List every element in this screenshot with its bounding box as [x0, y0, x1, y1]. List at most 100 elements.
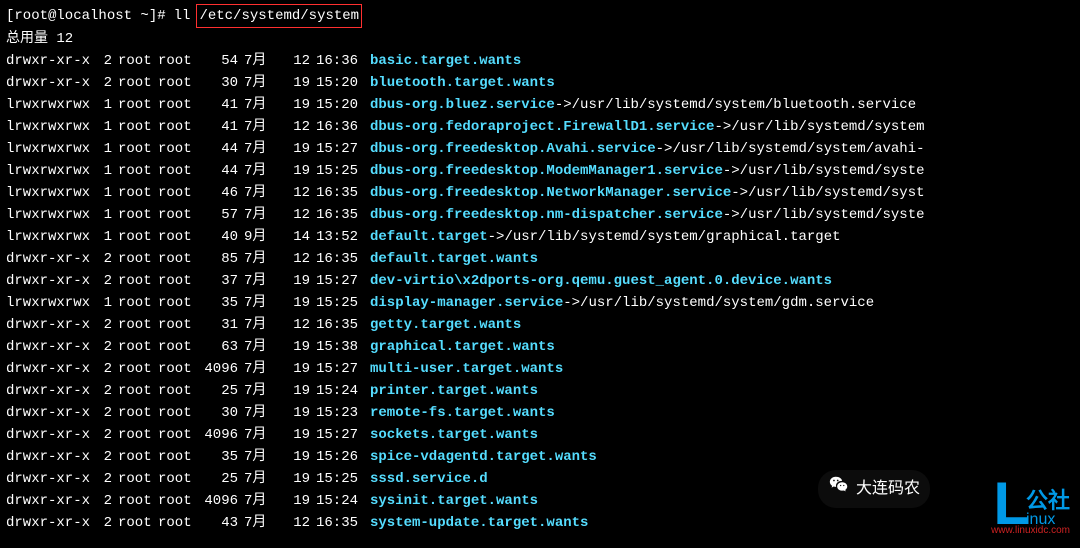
file-perms: drwxr-xr-x: [6, 512, 98, 534]
symlink-arrow: ->: [555, 94, 572, 116]
file-name[interactable]: system-update.target.wants: [370, 512, 588, 534]
month: 7月: [244, 314, 280, 336]
link-count: 1: [98, 138, 112, 160]
listing-row: lrwxrwxrwx1rootroot577月1216:35dbus-org.f…: [6, 204, 1074, 226]
file-size: 30: [198, 402, 238, 424]
day: 19: [280, 270, 310, 292]
month: 7月: [244, 72, 280, 94]
file-name[interactable]: dbus-org.freedesktop.Avahi.service: [370, 138, 656, 160]
link-count: 1: [98, 116, 112, 138]
file-name[interactable]: graphical.target.wants: [370, 336, 555, 358]
month: 7月: [244, 270, 280, 292]
file-name[interactable]: display-manager.service: [370, 292, 563, 314]
file-name[interactable]: basic.target.wants: [370, 50, 521, 72]
symlink-target: /usr/lib/systemd/syste: [740, 160, 925, 182]
day: 19: [280, 160, 310, 182]
listing-row: drwxr-xr-x2rootroot857月1216:35default.ta…: [6, 248, 1074, 270]
symlink-arrow: ->: [723, 204, 740, 226]
prompt-line[interactable]: [root@localhost ~]# ll /etc/systemd/syst…: [6, 4, 1074, 28]
symlink-target: /usr/lib/systemd/system: [731, 116, 924, 138]
owner: root: [118, 358, 158, 380]
symlink-arrow: ->: [563, 292, 580, 314]
wechat-badge: 大连码农: [818, 470, 930, 508]
time: 15:25: [316, 292, 364, 314]
file-perms: drwxr-xr-x: [6, 72, 98, 94]
file-perms: lrwxrwxrwx: [6, 94, 98, 116]
file-size: 41: [198, 116, 238, 138]
file-name[interactable]: sssd.service.d: [370, 468, 488, 490]
time: 15:38: [316, 336, 364, 358]
day: 19: [280, 292, 310, 314]
time: 15:27: [316, 424, 364, 446]
listing-row: lrwxrwxrwx1rootroot447月1915:25dbus-org.f…: [6, 160, 1074, 182]
link-count: 1: [98, 160, 112, 182]
owner: root: [118, 182, 158, 204]
group: root: [158, 182, 198, 204]
file-name[interactable]: sysinit.target.wants: [370, 490, 538, 512]
wechat-label: 大连码农: [856, 478, 920, 500]
file-name[interactable]: dev-virtio\x2dports-org.qemu.guest_agent…: [370, 270, 832, 292]
file-name[interactable]: dbus-org.freedesktop.nm-dispatcher.servi…: [370, 204, 723, 226]
month: 7月: [244, 138, 280, 160]
file-name[interactable]: sockets.target.wants: [370, 424, 538, 446]
time: 15:20: [316, 94, 364, 116]
prompt-user: [root@localhost ~]#: [6, 5, 166, 27]
listing-row: drwxr-xr-x2rootroot40967月1915:27sockets.…: [6, 424, 1074, 446]
month: 7月: [244, 292, 280, 314]
file-size: 25: [198, 468, 238, 490]
day: 14: [280, 226, 310, 248]
owner: root: [118, 226, 158, 248]
time: 16:36: [316, 116, 364, 138]
symlink-arrow: ->: [723, 160, 740, 182]
owner: root: [118, 138, 158, 160]
file-name[interactable]: dbus-org.bluez.service: [370, 94, 555, 116]
listing-row: drwxr-xr-x2rootroot437月1216:35system-upd…: [6, 512, 1074, 534]
owner: root: [118, 72, 158, 94]
file-size: 44: [198, 138, 238, 160]
file-name[interactable]: getty.target.wants: [370, 314, 521, 336]
file-name[interactable]: dbus-org.fedoraproject.FirewallD1.servic…: [370, 116, 714, 138]
day: 19: [280, 402, 310, 424]
file-name[interactable]: default.target.wants: [370, 248, 538, 270]
total-line: 总用量 12: [6, 28, 1074, 50]
symlink-arrow: ->: [656, 138, 673, 160]
file-size: 37: [198, 270, 238, 292]
listing-row: drwxr-xr-x2rootroot257月1915:24printer.ta…: [6, 380, 1074, 402]
file-name[interactable]: printer.target.wants: [370, 380, 538, 402]
owner: root: [118, 50, 158, 72]
file-perms: drwxr-xr-x: [6, 402, 98, 424]
symlink-arrow: ->: [714, 116, 731, 138]
file-perms: lrwxrwxrwx: [6, 204, 98, 226]
day: 12: [280, 512, 310, 534]
listing-row: lrwxrwxrwx1rootroot467月1216:35dbus-org.f…: [6, 182, 1074, 204]
file-perms: drwxr-xr-x: [6, 424, 98, 446]
file-name[interactable]: dbus-org.freedesktop.ModemManager1.servi…: [370, 160, 723, 182]
file-listing[interactable]: drwxr-xr-x2rootroot547月1216:36basic.targ…: [6, 50, 1074, 534]
file-name[interactable]: remote-fs.target.wants: [370, 402, 555, 424]
file-perms: drwxr-xr-x: [6, 380, 98, 402]
month: 7月: [244, 336, 280, 358]
file-name[interactable]: default.target: [370, 226, 488, 248]
link-count: 2: [98, 336, 112, 358]
file-name[interactable]: dbus-org.freedesktop.NetworkManager.serv…: [370, 182, 731, 204]
file-name[interactable]: bluetooth.target.wants: [370, 72, 555, 94]
listing-row: lrwxrwxrwx1rootroot417月1915:20dbus-org.b…: [6, 94, 1074, 116]
owner: root: [118, 468, 158, 490]
file-perms: drwxr-xr-x: [6, 314, 98, 336]
listing-row: drwxr-xr-x2rootroot307月1915:23remote-fs.…: [6, 402, 1074, 424]
time: 16:35: [316, 512, 364, 534]
group: root: [158, 380, 198, 402]
day: 12: [280, 182, 310, 204]
file-name[interactable]: multi-user.target.wants: [370, 358, 563, 380]
time: 15:20: [316, 72, 364, 94]
file-name[interactable]: spice-vdagentd.target.wants: [370, 446, 597, 468]
group: root: [158, 94, 198, 116]
owner: root: [118, 402, 158, 424]
listing-row: lrwxrwxrwx1rootroot357月1915:25display-ma…: [6, 292, 1074, 314]
link-count: 2: [98, 402, 112, 424]
group: root: [158, 446, 198, 468]
file-perms: drwxr-xr-x: [6, 248, 98, 270]
group: root: [158, 424, 198, 446]
link-count: 2: [98, 468, 112, 490]
owner: root: [118, 314, 158, 336]
